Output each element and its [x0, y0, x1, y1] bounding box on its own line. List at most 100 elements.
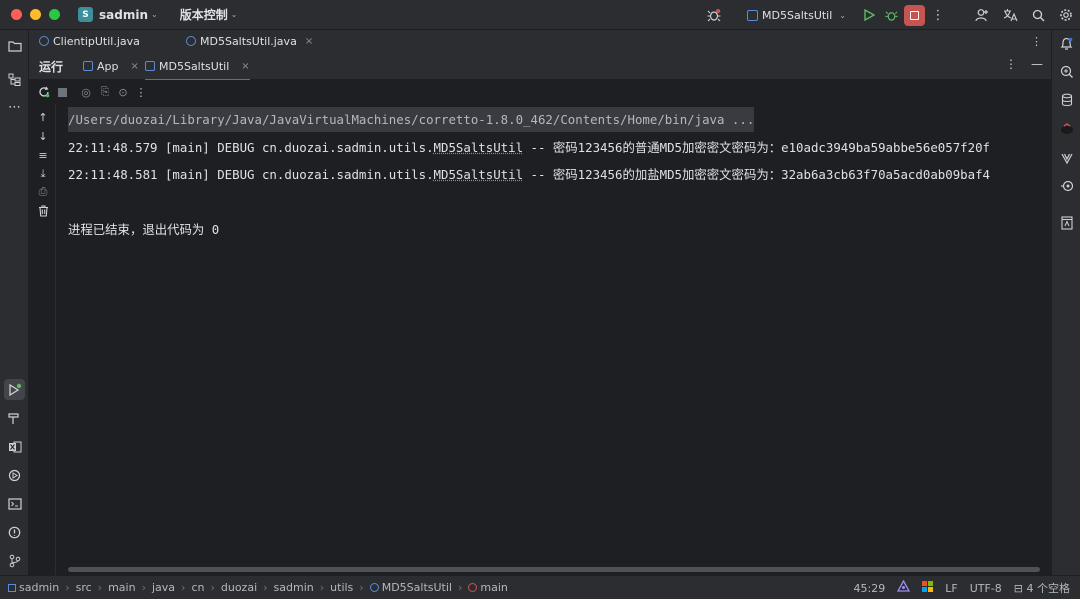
java-class-icon — [370, 583, 379, 592]
plugin-icon[interactable] — [1056, 118, 1077, 139]
run-config-selector[interactable]: MD5SaltsUtil ⌄ — [741, 9, 852, 22]
stop-button[interactable] — [904, 5, 925, 26]
debug-button[interactable] — [880, 4, 902, 26]
chevron-down-icon: ⌄ — [231, 10, 238, 19]
project-switcher[interactable]: sadmin — [99, 8, 148, 22]
maven-icon[interactable] — [1056, 147, 1077, 168]
more-actions-icon[interactable]: ⋮ — [927, 4, 949, 26]
run-config-label: MD5SaltsUtil — [762, 9, 832, 22]
console-side-toolbar: ↑ ↓ ≡ ⤓ ⎙ — [29, 104, 56, 575]
endpoints-icon[interactable] — [1056, 175, 1077, 196]
breadcrumb-item[interactable]: src › — [76, 581, 108, 594]
search-icon[interactable]: ⊙ — [115, 84, 131, 100]
breadcrumb-item[interactable]: main › — [108, 581, 152, 594]
close-icon[interactable]: × — [131, 61, 139, 72]
horizontal-scrollbar[interactable] — [68, 567, 1040, 572]
git-icon[interactable] — [4, 550, 25, 571]
run-tab-app[interactable]: App × — [83, 52, 139, 80]
breadcrumb-item[interactable]: duozai › — [221, 581, 274, 594]
vcs-menu[interactable]: 版本控制 — [180, 6, 228, 23]
console-log-line: 22:11:48.581 [main] DEBUG cn.duozai.sadm… — [68, 165, 990, 183]
add-user-icon[interactable] — [971, 4, 993, 26]
more-options-icon[interactable]: ⋮ — [1005, 57, 1017, 71]
terminal-icon[interactable] — [4, 493, 25, 514]
log-class-name[interactable]: MD5SaltsUtil — [434, 140, 524, 155]
run-tab-label: MD5SaltsUtil — [159, 60, 229, 73]
build-hammer-icon[interactable] — [4, 408, 25, 429]
project-badge[interactable]: S — [78, 7, 93, 22]
run-panel-title: 运行 — [39, 58, 63, 75]
soft-wrap-icon[interactable]: ≡ — [35, 147, 51, 163]
notifications-icon[interactable] — [1056, 33, 1077, 54]
more-actions-icon[interactable]: ⋮ — [133, 84, 149, 100]
chevron-down-icon: ⌄ — [151, 10, 158, 19]
trash-icon[interactable] — [35, 203, 51, 219]
indent-setting[interactable]: ⊟ 4 个空格 — [1014, 580, 1070, 596]
status-bar: sadmin › src › main › java › cn › duozai › sad… — [0, 575, 1080, 599]
excel-icon[interactable] — [4, 436, 25, 457]
minimize-panel-icon[interactable]: — — [1031, 57, 1043, 71]
breadcrumb-item[interactable]: cn › — [191, 581, 220, 594]
restore-layout-icon[interactable]: ⎘ — [97, 84, 113, 100]
ai-status-icon[interactable] — [897, 580, 910, 596]
print-icon[interactable]: ⎙ — [35, 184, 51, 200]
problems-icon[interactable] — [4, 522, 25, 543]
rerun-icon[interactable] — [36, 84, 52, 100]
run-tool-icon[interactable] — [4, 379, 25, 400]
close-icon[interactable]: × — [241, 61, 249, 72]
breadcrumb: sadmin › src › main › java › cn › duozai › sad… — [8, 581, 508, 594]
translate-icon[interactable] — [999, 4, 1021, 26]
maximize-window-button[interactable] — [49, 9, 60, 20]
tab-md5saltsutil[interactable]: MD5SaltsUtil.java × — [186, 30, 313, 52]
bug-icon[interactable] — [703, 4, 725, 26]
console-log-line: 22:11:48.579 [main] DEBUG cn.duozai.sadm… — [68, 138, 990, 156]
search-icon[interactable] — [1027, 4, 1049, 26]
method-icon — [468, 583, 477, 592]
database-icon[interactable] — [1056, 89, 1077, 110]
breadcrumb-item[interactable]: java › — [152, 581, 191, 594]
run-tab-label: App — [97, 60, 119, 73]
minimize-window-button[interactable] — [30, 9, 41, 20]
arrow-up-icon[interactable]: ↑ — [35, 109, 51, 125]
breadcrumb-item[interactable]: utils › — [330, 581, 370, 594]
java-class-icon — [186, 36, 196, 46]
windows-icon[interactable] — [922, 581, 933, 595]
folder-icon[interactable] — [4, 35, 25, 56]
more-tools-icon[interactable]: ⋯ — [4, 97, 25, 118]
breadcrumb-item[interactable]: MD5SaltsUtil › — [370, 581, 469, 594]
gear-icon[interactable] — [1055, 4, 1077, 26]
breadcrumb-item[interactable]: sadmin › — [19, 581, 76, 594]
stop-icon — [910, 11, 919, 20]
console-output[interactable]: /Users/duozai/Library/Java/JavaVirtualMa… — [56, 104, 1051, 575]
run-button[interactable] — [858, 4, 880, 26]
ai-assistant-icon[interactable] — [1056, 61, 1077, 82]
file-encoding[interactable]: UTF-8 — [970, 582, 1002, 595]
run-config-icon — [747, 10, 758, 21]
bookmark-panel-icon[interactable] — [1056, 212, 1077, 233]
app-config-icon — [83, 61, 93, 71]
line-ending[interactable]: LF — [945, 582, 957, 595]
caret-position[interactable]: 45:29 — [854, 582, 886, 595]
chevron-down-icon: ⌄ — [839, 11, 846, 20]
log-prefix: 22:11:48.579 [main] DEBUG cn.duozai.sadm… — [68, 140, 434, 155]
tab-label: ClientipUtil.java — [53, 35, 140, 48]
run-tab-md5saltsutil[interactable]: MD5SaltsUtil × — [145, 52, 250, 80]
services-icon[interactable] — [4, 465, 25, 486]
close-icon[interactable]: × — [305, 36, 313, 47]
log-class-name[interactable]: MD5SaltsUtil — [434, 167, 524, 182]
scroll-to-end-icon[interactable]: ⤓ — [35, 166, 51, 182]
camera-icon[interactable]: ◎ — [78, 84, 94, 100]
breadcrumb-item[interactable]: main — [468, 581, 507, 594]
tab-clientiputil[interactable]: ClientipUtil.java — [39, 30, 140, 52]
console-command-line[interactable]: /Users/duozai/Library/Java/JavaVirtualMa… — [68, 107, 754, 132]
tab-label: MD5SaltsUtil.java — [200, 35, 297, 48]
editor-tab-bar: ClientipUtil.java MD5SaltsUtil.java × ⋮ — [29, 30, 1051, 52]
module-icon — [8, 584, 16, 592]
console-exit-line: 进程已结束，退出代码为 0 — [68, 220, 219, 238]
structure-icon[interactable] — [4, 69, 25, 90]
breadcrumb-item[interactable]: sadmin › — [274, 581, 331, 594]
close-window-button[interactable] — [11, 9, 22, 20]
arrow-down-icon[interactable]: ↓ — [35, 128, 51, 144]
stop-icon[interactable] — [54, 84, 70, 100]
tab-options-icon[interactable]: ⋮ — [1031, 30, 1042, 52]
